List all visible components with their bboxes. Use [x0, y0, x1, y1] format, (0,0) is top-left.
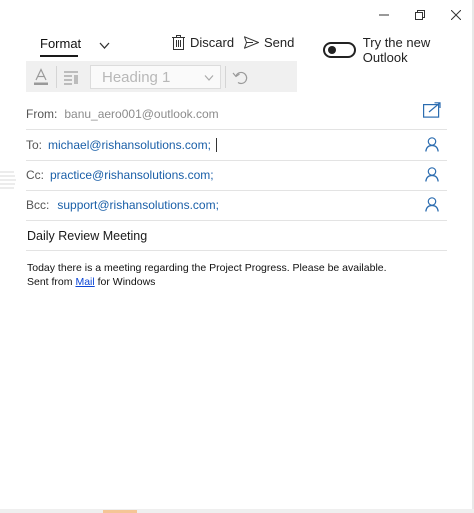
from-field[interactable]: banu_aero001@outlook.com — [64, 107, 218, 121]
signature-prefix: Sent from — [27, 276, 73, 288]
left-scroll-handle[interactable] — [0, 168, 16, 194]
person-icon — [425, 197, 439, 212]
cc-label: Cc: — [26, 168, 44, 182]
undo-icon — [232, 71, 248, 85]
restore-button[interactable] — [402, 4, 438, 26]
send-icon — [244, 36, 259, 49]
font-color-icon — [34, 68, 48, 85]
bcc-label: Bcc: — [26, 198, 50, 212]
try-new-outlook: Try the new Outlook — [323, 35, 474, 65]
cc-row: Cc: practice@rishansolutions.com; — [26, 160, 447, 191]
chevron-down-icon — [99, 42, 110, 49]
style-select-value: Heading 1 — [102, 68, 171, 86]
toggle-knob — [328, 46, 336, 54]
to-label: To: — [26, 138, 43, 152]
try-new-outlook-label: Try the new Outlook — [362, 35, 431, 65]
from-row: From: banu_aero001@outlook.com — [26, 99, 447, 130]
paragraph-icon — [64, 71, 78, 85]
close-button[interactable] — [438, 4, 474, 26]
tab-format[interactable]: Format — [40, 36, 81, 51]
signature-line: Sent from Mail for Windows — [27, 275, 387, 289]
message-body[interactable]: Today there is a meeting regarding the P… — [27, 261, 387, 289]
trash-icon — [172, 35, 185, 50]
to-recipient[interactable]: michael@rishansolutions.com; — [48, 138, 211, 152]
cc-recipient[interactable]: practice@rishansolutions.com; — [50, 168, 214, 182]
to-row: To: michael@rishansolutions.com; — [26, 130, 447, 161]
subject-field[interactable]: Daily Review Meeting — [26, 222, 447, 251]
format-divider — [56, 66, 57, 88]
signature-suffix: for Windows — [97, 276, 156, 288]
bcc-contacts-button[interactable] — [425, 197, 439, 215]
from-label: From: — [26, 107, 58, 121]
paragraph-format-button[interactable] — [59, 65, 83, 89]
window-controls — [366, 4, 474, 26]
mail-link[interactable]: Mail — [75, 276, 94, 288]
bcc-row: Bcc: support@rishansolutions.com; — [26, 190, 447, 221]
grip-lines-icon — [0, 171, 16, 189]
paragraph-style-select[interactable]: Heading 1 — [90, 65, 221, 89]
bottom-edge — [0, 509, 474, 513]
minimize-icon — [379, 14, 389, 16]
bcc-recipient[interactable]: support@rishansolutions.com; — [57, 198, 219, 212]
format-divider — [225, 66, 226, 88]
compose-toolbar: Format Discard Send Try the new Outlook — [0, 34, 474, 65]
tab-active-indicator — [40, 55, 78, 57]
person-icon — [425, 137, 439, 152]
text-cursor — [215, 138, 217, 152]
format-bar: Heading 1 — [26, 61, 297, 92]
try-new-outlook-toggle[interactable] — [323, 42, 356, 58]
pop-out-icon — [423, 102, 441, 118]
to-contacts-button[interactable] — [425, 137, 439, 155]
subject-text: Daily Review Meeting — [27, 229, 148, 243]
discard-label: Discard — [190, 35, 235, 50]
pop-out-button[interactable] — [423, 102, 441, 121]
person-icon — [425, 167, 439, 182]
minimize-button[interactable] — [366, 4, 402, 26]
ribbon-chevron-button[interactable] — [99, 38, 110, 56]
close-icon — [451, 10, 461, 20]
body-line: Today there is a meeting regarding the P… — [27, 262, 387, 274]
undo-button[interactable] — [228, 65, 252, 89]
send-button[interactable]: Send — [244, 35, 294, 50]
discard-button[interactable]: Discard — [172, 35, 234, 50]
font-color-button[interactable] — [29, 65, 53, 89]
restore-icon — [415, 10, 425, 20]
send-label: Send — [264, 35, 295, 50]
chevron-down-icon — [204, 75, 214, 81]
cc-contacts-button[interactable] — [425, 167, 439, 185]
